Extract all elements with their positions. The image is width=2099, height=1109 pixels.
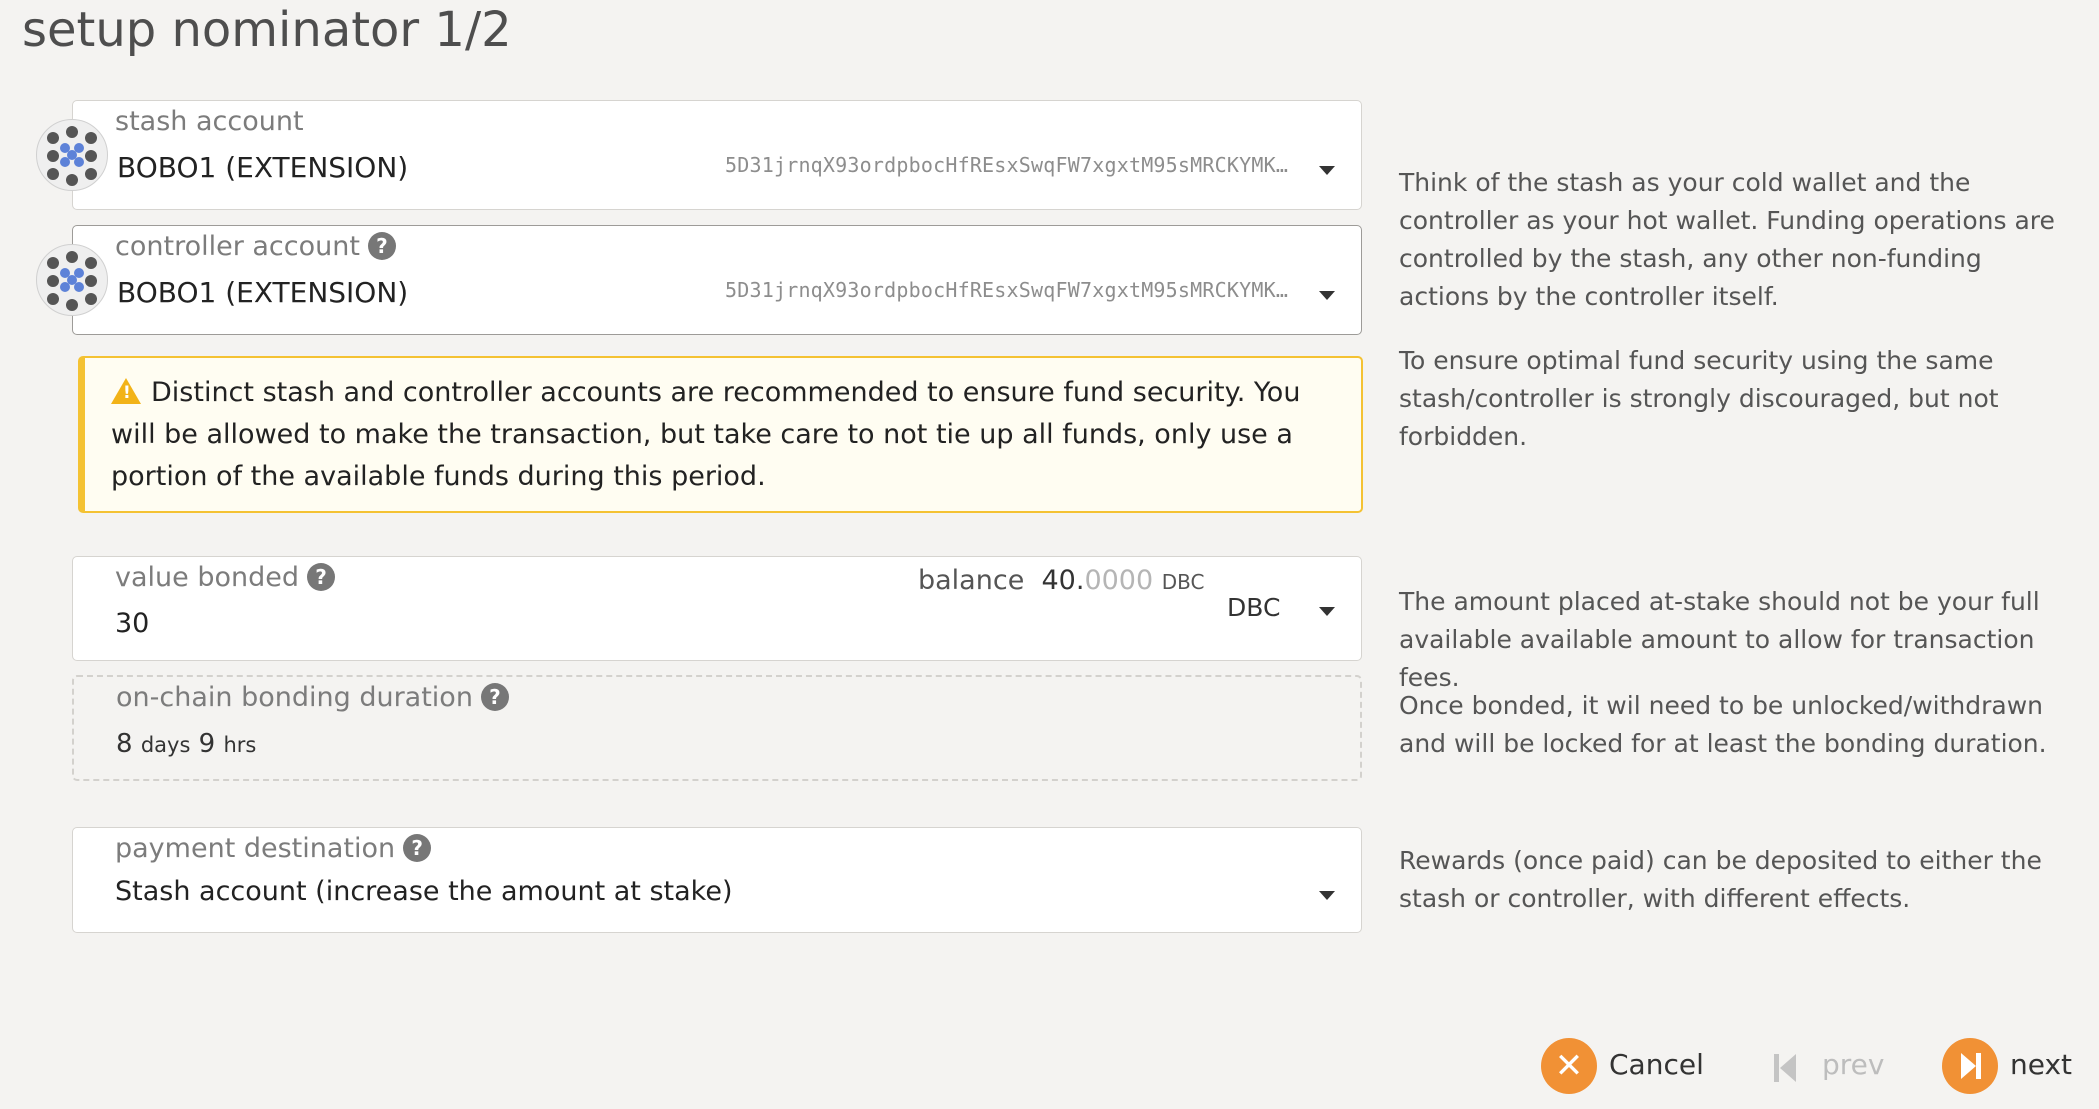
- balance-int: 40.: [1041, 565, 1085, 596]
- bonding-duration-value: 8 days 9 hrs: [116, 727, 256, 762]
- balance-label: balance: [918, 565, 1025, 596]
- value-bonded-input[interactable]: value bonded? 30 balance 40.0000 DBC DBC: [72, 556, 1362, 661]
- stash-account-label: stash account: [115, 106, 304, 137]
- balance-unit: DBC: [1161, 570, 1205, 594]
- stash-controller-warning: ! Distinct stash and controller accounts …: [78, 356, 1363, 513]
- bonding-duration-label-text: on-chain bonding duration: [116, 682, 473, 713]
- help-rewards: Rewards (once paid) can be deposited to …: [1399, 846, 2042, 913]
- value-bonded-label-text: value bonded: [115, 562, 299, 593]
- balance-dec: 0000: [1084, 565, 1154, 596]
- controller-account-address: 5D31jrnqX93ordpbocHfREsxSwqFW7xgxtM95sMR…: [725, 278, 1289, 302]
- payment-destination-value: Stash account (increase the amount at st…: [115, 876, 733, 907]
- stash-identicon-avatar: [36, 119, 108, 191]
- controller-account-dropdown[interactable]: controller account? BOBO1 (EXTENSION) 5D…: [72, 225, 1362, 335]
- skip-back-icon: [1774, 1054, 1798, 1082]
- warning-icon: !: [111, 378, 141, 404]
- value-bonded-value[interactable]: 30: [115, 607, 149, 641]
- balance-display: balance 40.0000 DBC: [918, 565, 1204, 596]
- value-bonded-label: value bonded?: [115, 561, 335, 595]
- unit-selector[interactable]: DBC: [1227, 593, 1280, 622]
- skip-forward-icon: [1942, 1038, 1998, 1094]
- help-icon[interactable]: ?: [367, 231, 396, 260]
- bonding-duration-display: on-chain bonding duration? 8 days 9 hrs: [72, 675, 1362, 781]
- warning-message: ! Distinct stash and controller accounts …: [111, 372, 1341, 498]
- stash-account-dropdown[interactable]: stash account BOBO1 (EXTENSION) 5D31jrnq…: [72, 100, 1362, 210]
- chevron-down-icon: [1319, 291, 1335, 300]
- help-bonded: Once bonded, it wil need to be unlocked/…: [1399, 691, 2047, 758]
- cancel-label: Cancel: [1609, 1048, 1704, 1081]
- duration-days: 8: [116, 729, 133, 759]
- help-security: To ensure optimal fund security using th…: [1399, 346, 1999, 451]
- chevron-down-icon: [1319, 607, 1335, 616]
- payment-destination-dropdown[interactable]: payment destination? Stash account (incr…: [72, 827, 1362, 933]
- page-title: setup nominator 1/2: [22, 2, 512, 58]
- help-amount: The amount placed at-stake should not be…: [1399, 587, 2040, 692]
- close-icon: ✕: [1541, 1038, 1597, 1094]
- stash-account-name: BOBO1 (EXTENSION): [117, 151, 409, 184]
- controller-account-name: BOBO1 (EXTENSION): [117, 276, 409, 309]
- stash-account-address: 5D31jrnqX93ordpbocHfREsxSwqFW7xgxtM95sMR…: [725, 153, 1289, 177]
- chevron-down-icon: [1319, 166, 1335, 175]
- next-label: next: [2010, 1048, 2073, 1081]
- help-icon[interactable]: ?: [403, 833, 432, 862]
- controller-account-label-text: controller account: [115, 231, 360, 262]
- payment-destination-label-text: payment destination: [115, 833, 396, 864]
- chevron-down-icon: [1319, 891, 1335, 900]
- controller-identicon-avatar: [36, 244, 108, 316]
- controller-account-label: controller account?: [115, 230, 396, 264]
- help-icon[interactable]: ?: [307, 562, 335, 591]
- duration-days-unit: days: [140, 733, 191, 757]
- payment-destination-label: payment destination?: [115, 832, 432, 866]
- help-icon[interactable]: ?: [480, 682, 509, 711]
- warning-text: Distinct stash and controller accounts a…: [111, 377, 1301, 492]
- prev-label: prev: [1822, 1048, 1885, 1081]
- duration-hrs: 9: [198, 729, 216, 759]
- help-stash-controller: Think of the stash as your cold wallet a…: [1399, 168, 2055, 311]
- duration-hrs-unit: hrs: [223, 733, 257, 757]
- bonding-duration-label: on-chain bonding duration?: [116, 681, 509, 715]
